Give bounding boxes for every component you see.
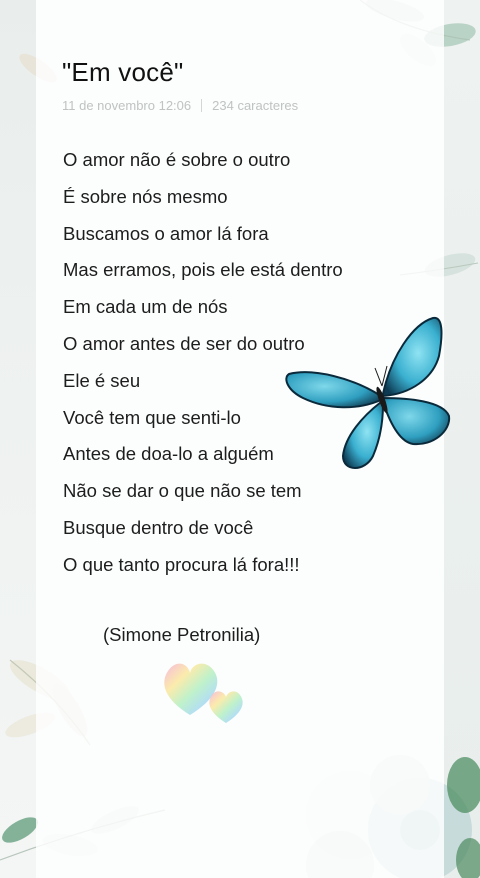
meta-divider bbox=[201, 99, 203, 112]
butterfly-sticker-icon[interactable] bbox=[283, 316, 453, 474]
poem-line: É sobre nós mesmo bbox=[63, 185, 228, 207]
note-char-count: 234 caracteres bbox=[212, 98, 299, 113]
poem-line: Não se dar o que não se tem bbox=[63, 480, 302, 502]
poem-line: Buscamos o amor lá fora bbox=[63, 222, 269, 244]
poem-line: O que tanto procura lá fora!!! bbox=[63, 553, 300, 575]
note-title: "Em você" bbox=[62, 57, 184, 88]
note-meta: 11 de novembro 12:06 234 caracteres bbox=[62, 98, 298, 113]
poem-line: Mas erramos, pois ele está dentro bbox=[63, 259, 343, 281]
poem-line: O amor não é sobre o outro bbox=[63, 149, 291, 170]
note-date: 11 de novembro 12:06 bbox=[62, 98, 192, 113]
rainbow-hearts-sticker-icon[interactable] bbox=[158, 655, 253, 730]
poem-line: Busque dentro de você bbox=[63, 516, 254, 538]
note-signature: (Simone Petronilia) bbox=[103, 624, 261, 645]
